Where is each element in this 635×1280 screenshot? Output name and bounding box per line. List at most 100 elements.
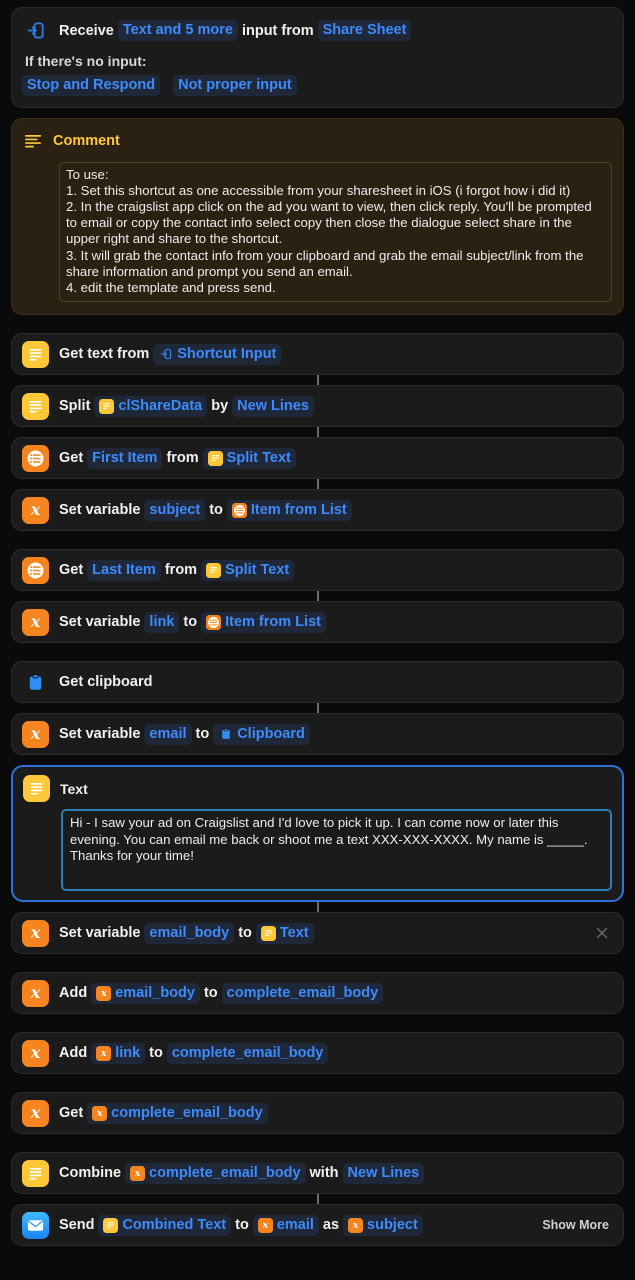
text-icon bbox=[103, 1217, 119, 1233]
action-get-clipboard[interactable]: Get clipboard bbox=[11, 661, 624, 704]
set-email-verb: Set variable bbox=[59, 726, 141, 743]
set-email-body-verb: Set variable bbox=[59, 925, 141, 942]
combine-middle: with bbox=[309, 1165, 339, 1182]
set-email-body-middle: to bbox=[238, 925, 252, 942]
action-get-complete-email-body[interactable]: x Get x complete_email_body bbox=[11, 1092, 624, 1135]
action-get-first-item[interactable]: Get First Item from Split Text bbox=[11, 427, 624, 480]
set-email-middle: to bbox=[195, 726, 210, 743]
text-token[interactable]: Text bbox=[255, 922, 314, 944]
action-combine-text[interactable]: Combine x complete_email_body with New L… bbox=[11, 1152, 624, 1195]
flow-connector bbox=[316, 703, 319, 714]
no-input-action-pill[interactable]: Stop and Respond bbox=[22, 75, 161, 96]
clipboard-icon bbox=[22, 669, 49, 696]
clipboard-icon bbox=[218, 727, 233, 742]
comment-title: Comment bbox=[53, 133, 120, 150]
complete-email-body-pill[interactable]: complete_email_body bbox=[221, 982, 384, 1004]
action-set-variable-email[interactable]: x Set variable email to Clipboard bbox=[11, 703, 624, 756]
get-complete-verb: Get bbox=[59, 1105, 84, 1122]
shortcut-input-token[interactable]: Shortcut Input bbox=[153, 343, 282, 365]
send-subject-token[interactable]: x subject bbox=[343, 1214, 423, 1236]
combined-text-token[interactable]: Combined Text bbox=[98, 1214, 232, 1236]
email-body-variable-pill[interactable]: email_body bbox=[144, 922, 235, 944]
variable-icon: x bbox=[22, 1099, 49, 1127]
get-first-verb: Get bbox=[59, 450, 84, 467]
text-icon bbox=[22, 340, 49, 368]
show-more-button[interactable]: Show More bbox=[534, 1218, 609, 1232]
no-input-row: Stop and Respond Not proper input bbox=[22, 75, 611, 96]
item-from-list-token[interactable]: Item from List bbox=[201, 611, 326, 633]
send-recipient-token[interactable]: x email bbox=[252, 1214, 319, 1236]
receive-input-card[interactable]: Receive Text and 5 more input from Share… bbox=[11, 7, 624, 108]
variable-icon: x bbox=[22, 1039, 49, 1067]
receive-line: Receive Text and 5 more input from Share… bbox=[22, 17, 611, 44]
split-verb: Split bbox=[59, 398, 91, 415]
variable-icon: x bbox=[22, 919, 49, 947]
text-icon bbox=[22, 1159, 49, 1187]
variable-icon: x bbox=[96, 985, 112, 1001]
variable-icon: x bbox=[22, 608, 49, 636]
close-icon[interactable] bbox=[594, 925, 610, 941]
no-input-message-pill[interactable]: Not proper input bbox=[173, 75, 297, 96]
add-link-middle: to bbox=[149, 1045, 163, 1062]
variable-icon: x bbox=[22, 979, 49, 1007]
action-set-variable-link[interactable]: x Set variable link to Item from List bbox=[11, 591, 624, 644]
comment-card[interactable]: Comment To use: 1. Set this shortcut as … bbox=[11, 117, 624, 316]
action-get-text-from[interactable]: Get text from Shortcut Input bbox=[11, 333, 624, 376]
variable-icon: x bbox=[22, 496, 49, 524]
variable-icon: x bbox=[257, 1217, 273, 1233]
last-item-pill[interactable]: Last Item bbox=[87, 559, 161, 581]
combine-source-token[interactable]: x complete_email_body bbox=[125, 1162, 306, 1184]
get-last-middle: from bbox=[164, 562, 198, 579]
action-add-email-body[interactable]: x Add x email_body to complete_email_bod… bbox=[11, 972, 624, 1015]
add-email-body-middle: to bbox=[203, 985, 218, 1002]
combine-verb: Combine bbox=[59, 1165, 122, 1182]
set-link-verb: Set variable bbox=[59, 614, 141, 631]
split-separator-pill[interactable]: New Lines bbox=[232, 395, 314, 417]
text-icon bbox=[22, 392, 49, 420]
split-text-token[interactable]: Split Text bbox=[202, 447, 296, 469]
flow-connector bbox=[316, 375, 319, 386]
shortcut-input-icon bbox=[158, 347, 173, 362]
split-text-token[interactable]: Split Text bbox=[201, 559, 295, 581]
subject-variable-pill[interactable]: subject bbox=[144, 499, 206, 521]
list-item-icon bbox=[22, 444, 49, 472]
comment-lines-icon bbox=[22, 128, 44, 155]
input-source-pill[interactable]: Share Sheet bbox=[317, 20, 412, 41]
action-set-variable-email-body[interactable]: x Set variable email_body to Text bbox=[11, 902, 624, 955]
flow-connector bbox=[316, 479, 319, 490]
no-input-label: If there's no input: bbox=[25, 53, 147, 69]
comment-header: Comment bbox=[22, 128, 612, 155]
receive-middle: input from bbox=[241, 22, 314, 39]
split-source-token[interactable]: clShareData bbox=[94, 395, 208, 417]
variable-icon: x bbox=[92, 1105, 108, 1121]
shortcut-editor: Receive Text and 5 more input from Share… bbox=[0, 0, 635, 1280]
first-item-pill[interactable]: First Item bbox=[87, 447, 163, 469]
link-variable-pill[interactable]: link bbox=[144, 611, 180, 633]
flow-connector bbox=[316, 1194, 319, 1205]
split-middle: by bbox=[211, 398, 229, 415]
text-icon bbox=[260, 925, 276, 941]
email-body-token[interactable]: x email_body bbox=[91, 982, 200, 1004]
action-send-email[interactable]: Send Combined Text to x email as x subje… bbox=[11, 1194, 624, 1247]
get-first-middle: from bbox=[166, 450, 199, 467]
mail-icon bbox=[22, 1211, 49, 1239]
email-variable-pill[interactable]: email bbox=[144, 723, 192, 745]
text-block-input[interactable]: Hi - I saw your ad on Craigslist and I'd… bbox=[61, 809, 612, 892]
flow-connector bbox=[316, 427, 319, 438]
action-split-text[interactable]: Split clShareData by New Lines bbox=[11, 375, 624, 428]
complete-email-body-token[interactable]: x complete_email_body bbox=[87, 1102, 268, 1124]
action-set-variable-subject[interactable]: x Set variable subject to Item from List bbox=[11, 479, 624, 532]
text-icon bbox=[23, 775, 50, 803]
link-token[interactable]: x link bbox=[91, 1042, 146, 1064]
send-verb: Send bbox=[59, 1217, 95, 1234]
item-from-list-token[interactable]: Item from List bbox=[226, 499, 352, 521]
comment-body-text[interactable]: To use: 1. Set this shortcut as one acce… bbox=[59, 161, 612, 303]
clipboard-token[interactable]: Clipboard bbox=[213, 723, 310, 745]
action-add-link[interactable]: x Add x link to complete_email_body bbox=[11, 1032, 624, 1075]
input-types-pill[interactable]: Text and 5 more bbox=[117, 20, 238, 41]
combine-separator-pill[interactable]: New Lines bbox=[342, 1162, 425, 1184]
complete-email-body-pill[interactable]: complete_email_body bbox=[166, 1042, 329, 1064]
action-text-block[interactable]: Text Hi - I saw your ad on Craigslist an… bbox=[11, 765, 624, 903]
action-get-last-item[interactable]: Get Last Item from Split Text bbox=[11, 549, 624, 592]
text-icon bbox=[99, 398, 115, 414]
